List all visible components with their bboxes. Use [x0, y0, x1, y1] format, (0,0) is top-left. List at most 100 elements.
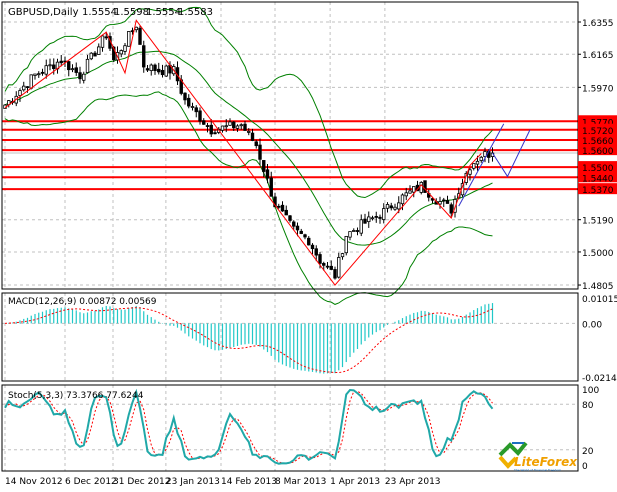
candle-body — [93, 52, 97, 57]
candle-body — [149, 64, 153, 71]
candle-body — [29, 74, 33, 89]
candle-body — [74, 67, 78, 73]
price-tick-label: 1.5190 — [582, 217, 614, 227]
candle-body — [408, 190, 412, 194]
candle-body — [198, 110, 202, 122]
liteforex-logo: LiteForex The World of Financial Freedom — [498, 441, 578, 472]
date-tick-label: 23 Jan 2013 — [166, 477, 220, 487]
candle-body — [262, 160, 266, 172]
price-tick-label: 1.5970 — [582, 84, 614, 94]
candle-body — [284, 209, 288, 216]
candle-body — [52, 64, 56, 69]
candle-body — [232, 121, 236, 129]
candle-body — [404, 192, 408, 197]
candle-body — [142, 45, 146, 68]
candle-body — [194, 107, 198, 113]
stoch-main-line — [4, 388, 494, 465]
stoch-tick-label: 100 — [582, 386, 599, 396]
date-tick-label: 6 Dec 2012 — [65, 477, 117, 487]
candle-body — [337, 257, 341, 278]
candle-body — [82, 73, 86, 81]
stochastic-panel — [4, 388, 494, 465]
candle-body — [288, 215, 292, 221]
candle-body — [164, 65, 168, 77]
candle-body — [310, 244, 315, 250]
stoch-tick-label: 0 — [582, 462, 588, 472]
candle-body — [378, 216, 382, 219]
candle-body — [205, 125, 210, 127]
candle-body — [340, 253, 345, 258]
candle-body — [307, 237, 311, 246]
candle-body — [89, 52, 93, 60]
candle-body — [224, 125, 228, 128]
candle-body — [359, 219, 363, 234]
stoch-label: Stoch(5,3,3) 73.3766 77.6244 — [8, 391, 144, 401]
chart-canvas[interactable]: 14 Nov 2012 6 Dec 201231 Dec 201223 Jan 2… — [0, 0, 617, 492]
candle-body — [33, 73, 37, 76]
candle-body — [265, 169, 270, 179]
macd-tick-label: 0.01015 — [582, 295, 617, 305]
candle-body — [348, 231, 352, 238]
candle-body — [419, 181, 423, 193]
candle-body — [292, 221, 296, 227]
candle-body — [25, 86, 30, 89]
level-price-label: 1.5370 — [582, 186, 614, 196]
candle-body — [44, 65, 48, 75]
candle-body — [202, 120, 206, 125]
price-tick-label: 1.6355 — [582, 19, 614, 29]
candle-body — [123, 45, 127, 52]
candle-body — [59, 60, 63, 64]
bollinger-bands — [4, 6, 493, 305]
candle-body — [22, 85, 26, 91]
level-price-label: 1.5440 — [582, 174, 614, 184]
candle-body — [472, 163, 476, 169]
candle-body — [250, 132, 255, 141]
date-tick-label: 14 Nov 2012 — [5, 477, 63, 487]
date-tick-label: 14 Feb 2013 — [221, 477, 277, 487]
candle-body — [269, 177, 273, 197]
candle-body — [442, 199, 446, 202]
candle-body — [385, 204, 390, 209]
date-tick-label: 23 Apr 2013 — [385, 477, 441, 487]
candle-body — [213, 132, 217, 135]
logo-name: LiteForex — [514, 455, 578, 469]
candle-body — [314, 248, 318, 256]
candle-body — [344, 236, 348, 254]
candle-body — [247, 131, 251, 133]
candle-body — [318, 254, 322, 264]
candle-body — [370, 217, 375, 220]
macd-tick-label: 0.00 — [582, 320, 602, 330]
candle-body — [445, 200, 450, 204]
candle-body — [145, 68, 150, 71]
candle-body — [438, 201, 442, 205]
bollinger-upper — [4, 6, 493, 199]
candle-body — [295, 225, 300, 231]
candle-body — [235, 125, 240, 129]
date-tick-label: 1 Apr 2013 — [330, 477, 380, 487]
candle-body — [160, 69, 165, 76]
candle-body — [325, 265, 330, 268]
candle-body — [363, 218, 367, 224]
macd-panel — [4, 303, 494, 374]
candle-body — [40, 71, 45, 74]
candle-body — [449, 204, 453, 214]
candle-body — [190, 106, 195, 108]
candle-body — [397, 202, 401, 210]
ohlc-close: 1.5583 — [178, 7, 213, 18]
ohlc-low: 1.5554 — [146, 7, 181, 18]
candle-body — [382, 208, 386, 220]
candle-body — [258, 144, 262, 160]
candle-body — [393, 206, 397, 210]
price-tick-label: 1.5000 — [582, 249, 614, 259]
candle-body — [412, 186, 416, 193]
price-tick-label: 1.4805 — [582, 282, 614, 292]
candle-body — [104, 36, 108, 39]
candle-body — [400, 194, 405, 205]
candle-body — [322, 263, 326, 266]
candle-body — [228, 121, 232, 126]
ohlc-open: 1.5554 — [82, 7, 117, 18]
candle-body — [254, 141, 258, 147]
date-tick-label: 31 Dec 2012 — [113, 477, 171, 487]
candle-body — [138, 27, 142, 45]
candle-body — [119, 50, 123, 55]
